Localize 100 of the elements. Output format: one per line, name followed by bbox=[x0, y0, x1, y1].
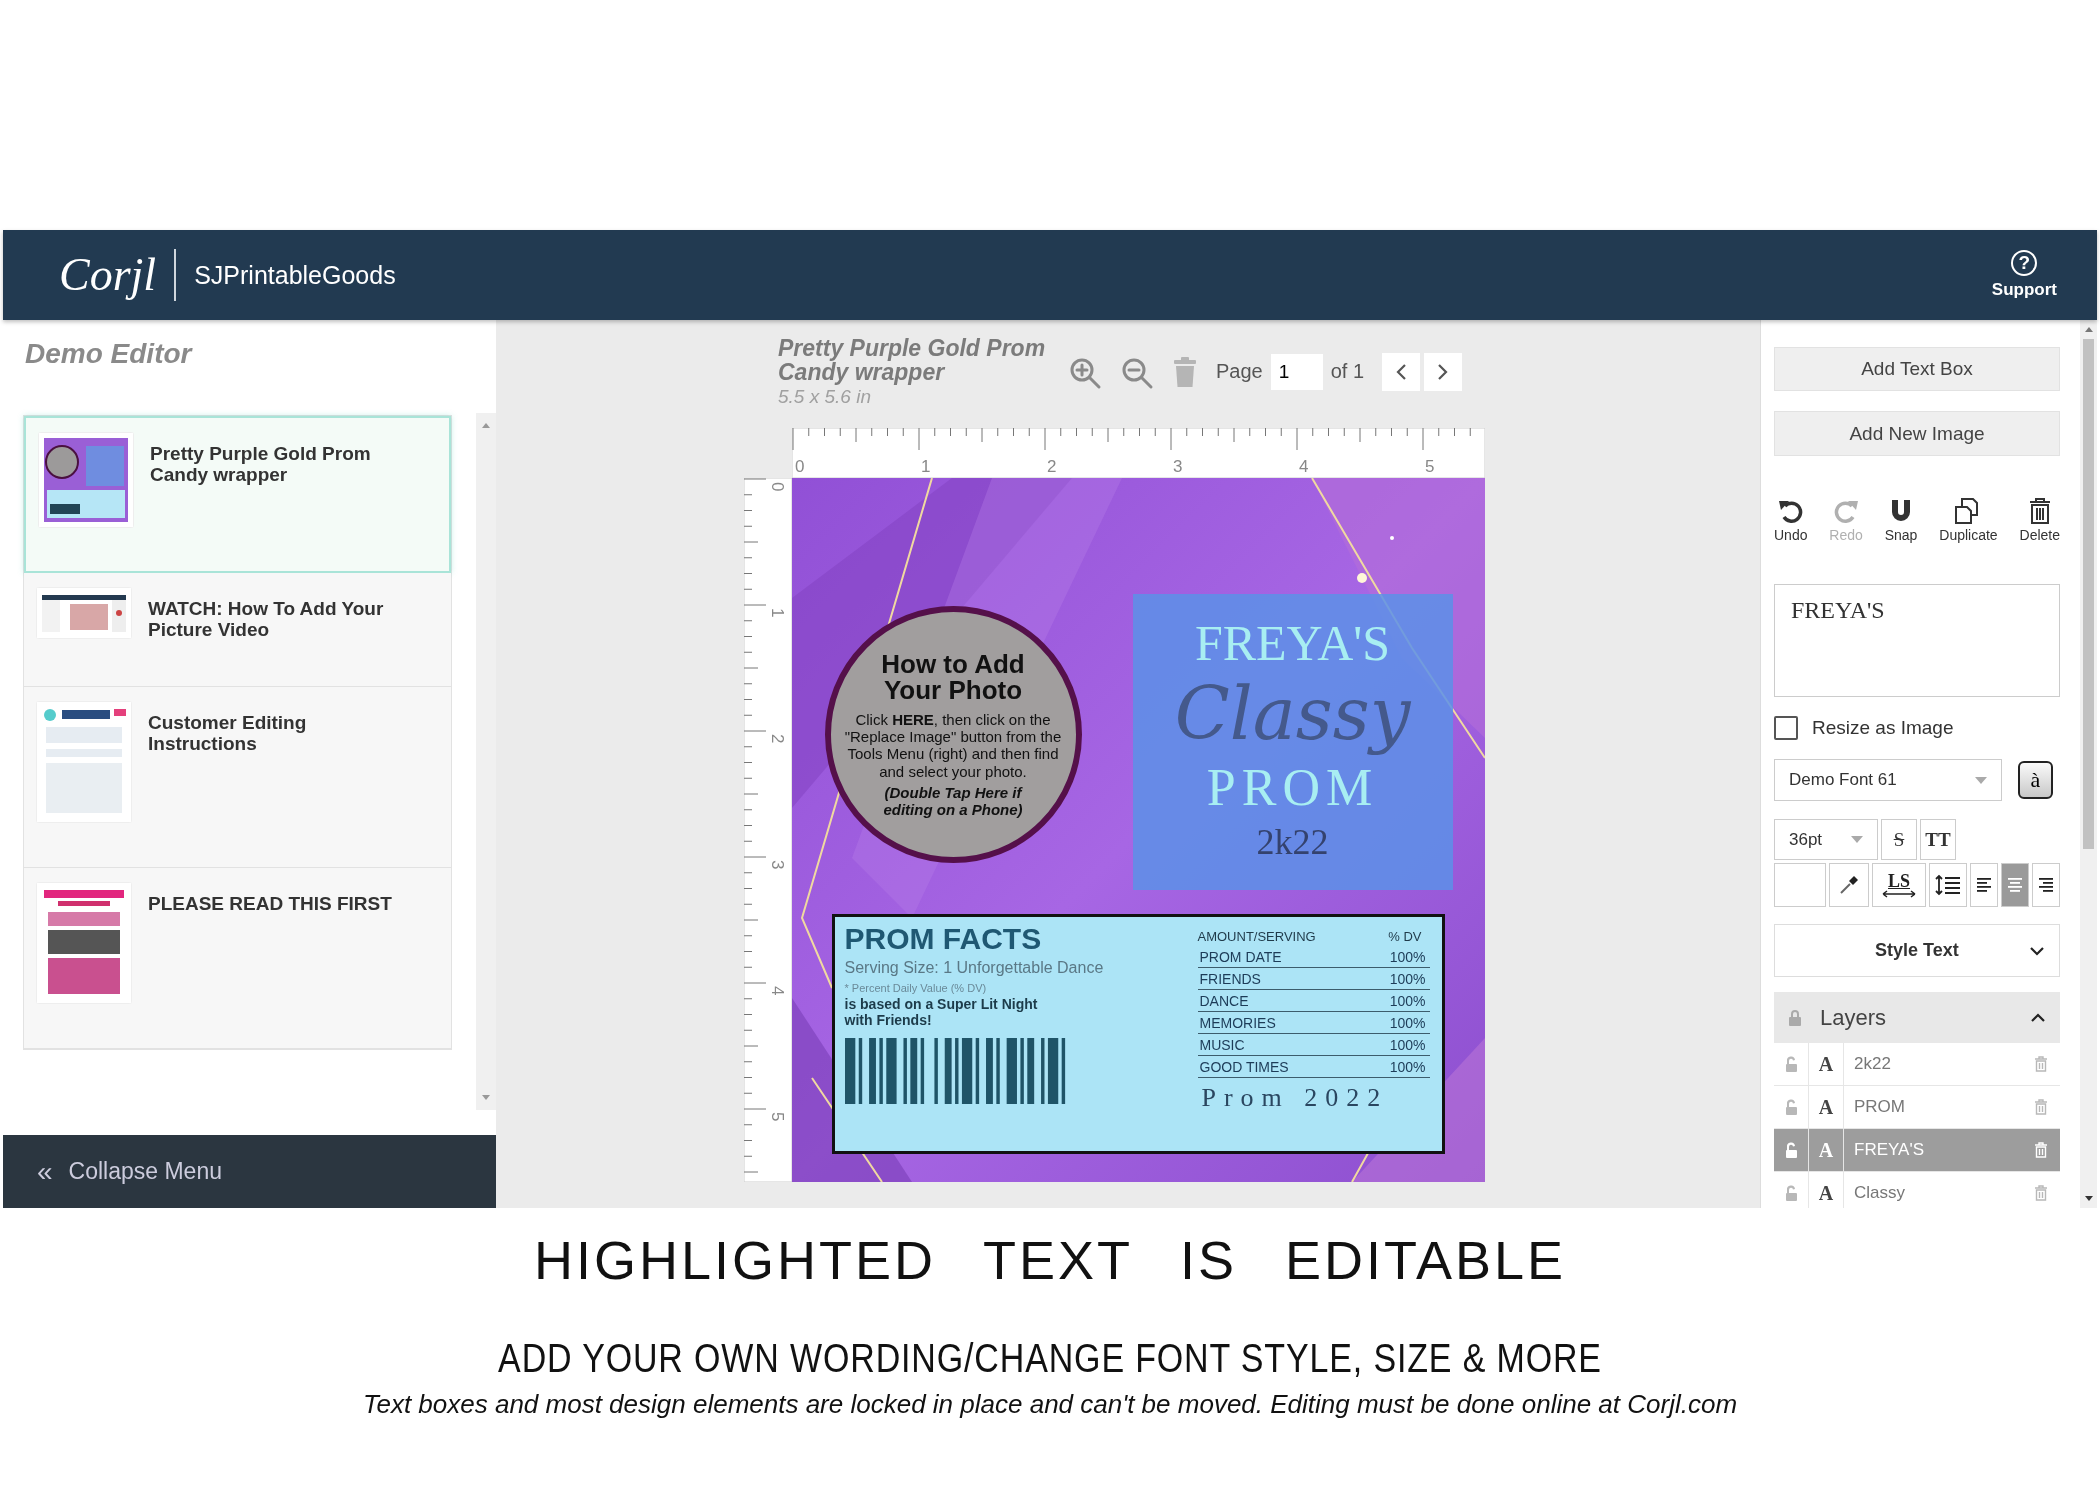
delete-button[interactable]: Delete bbox=[2019, 497, 2060, 551]
footnote-text: Text boxes and most design elements are locked in place and can't be moved. Editing must be done online at Corjl.com bbox=[361, 1388, 1739, 1420]
caret-icon bbox=[1851, 836, 1863, 843]
zoom-in-icon[interactable] bbox=[1068, 356, 1102, 390]
template-item[interactable]: Customer Editing Instructions bbox=[24, 687, 452, 868]
align-right-icon bbox=[2036, 876, 2056, 894]
ruler-number: 4 bbox=[1298, 457, 1308, 476]
fact-value: 100% bbox=[1389, 972, 1426, 987]
page-count: of 1 bbox=[1330, 360, 1365, 383]
zoom-out-icon[interactable] bbox=[1120, 356, 1154, 390]
fact-value: 100% bbox=[1389, 1060, 1426, 1075]
chevron-right-icon bbox=[1437, 363, 1450, 381]
collapse-menu-button[interactable]: « Collapse Menu bbox=[3, 1135, 496, 1208]
layer-row[interactable]: A 2k22 bbox=[1774, 1043, 2060, 1086]
ruler-number: 1 bbox=[767, 608, 787, 618]
layer-name: Classy bbox=[1853, 1183, 1906, 1203]
layers-title: Layers bbox=[1820, 1004, 1888, 1031]
footnote: * Percent Daily Value (% DV) bbox=[844, 981, 988, 994]
design-script-word: Classy bbox=[1174, 671, 1411, 758]
placeholder-title: How to Add Your Photo bbox=[880, 650, 1026, 703]
eyedropper-button[interactable] bbox=[1829, 863, 1869, 907]
column-header: % DV bbox=[1388, 929, 1422, 944]
document-size: 5.5 x 5.6 in bbox=[778, 386, 872, 409]
fact-label: FRIENDS bbox=[1199, 972, 1261, 987]
fact-label: DANCE bbox=[1199, 994, 1249, 1009]
ruler-number: 0 bbox=[794, 457, 804, 476]
next-page-button[interactable] bbox=[1424, 353, 1463, 391]
color-swatch[interactable] bbox=[1774, 863, 1826, 907]
headline: HIGHLIGHTED TEXT IS EDITABLE bbox=[532, 1229, 1568, 1292]
trash-icon[interactable] bbox=[2034, 1099, 2048, 1115]
unlock-icon[interactable] bbox=[1784, 1099, 1798, 1115]
duplicate-button[interactable]: Duplicate bbox=[1939, 497, 1998, 551]
logo[interactable]: Corjl bbox=[59, 249, 177, 301]
style-text-toggle[interactable]: Style Text bbox=[1774, 924, 2060, 977]
trash-icon[interactable] bbox=[2034, 1185, 2048, 1201]
template-title: PLEASE READ THIS FIRST bbox=[148, 894, 392, 915]
facts-title: PROM FACTS bbox=[844, 923, 1043, 955]
text-layer-glyph: A bbox=[1809, 1043, 1844, 1085]
fact-value: 100% bbox=[1389, 1038, 1426, 1053]
line-spacing-button[interactable] bbox=[1929, 863, 1967, 907]
scrollbar-thumb[interactable] bbox=[2083, 339, 2094, 849]
trash-icon[interactable] bbox=[1172, 356, 1198, 388]
all-caps-button[interactable]: TT bbox=[1920, 819, 1956, 860]
scroll-up-icon[interactable] bbox=[481, 421, 491, 429]
page-field[interactable]: 1 bbox=[1270, 354, 1323, 390]
resize-label: Resize as Image bbox=[1812, 717, 1954, 739]
trash-icon[interactable] bbox=[2034, 1056, 2048, 1072]
ruler-number: 5 bbox=[1424, 457, 1434, 476]
scroll-up-icon[interactable] bbox=[2083, 326, 2094, 333]
chevron-left-icon bbox=[1395, 363, 1408, 381]
template-item[interactable]: PLEASE READ THIS FIRST bbox=[24, 868, 452, 1049]
layers-header[interactable]: Layers bbox=[1774, 992, 2060, 1043]
text-layer-glyph: A bbox=[1809, 1129, 1844, 1171]
page-label: Page bbox=[1216, 360, 1263, 383]
fact-value: 100% bbox=[1389, 994, 1426, 1009]
text-layer-glyph: A bbox=[1809, 1086, 1844, 1128]
layer-name: 2k22 bbox=[1853, 1054, 1892, 1074]
font-dropdown[interactable]: Demo Font 61 bbox=[1774, 759, 2002, 801]
resize-checkbox[interactable] bbox=[1774, 716, 1798, 740]
strikethrough-button[interactable]: S bbox=[1881, 819, 1917, 860]
letter-spacing-button[interactable]: LS bbox=[1872, 863, 1926, 907]
unlock-icon[interactable] bbox=[1784, 1056, 1798, 1072]
font-preview-button[interactable]: à bbox=[2018, 761, 2053, 799]
template-item[interactable]: WATCH: How To Add Your Picture Video bbox=[24, 573, 452, 687]
caret-icon bbox=[1975, 776, 1987, 784]
template-title: Customer Editing Instructions bbox=[148, 713, 308, 755]
placeholder-note: (Double Tap Here if editing on a Phone) bbox=[882, 783, 1024, 819]
serving-size: Serving Size: 1 Unforgettable Dance bbox=[844, 958, 1105, 977]
scroll-down-icon[interactable] bbox=[2083, 1195, 2094, 1202]
snap-button[interactable]: Snap bbox=[1884, 497, 1918, 551]
design-year: 2k22 bbox=[1256, 823, 1329, 860]
layer-row[interactable]: A PROM bbox=[1774, 1086, 2060, 1129]
undo-button[interactable]: Undo bbox=[1774, 497, 1808, 551]
facts-note: is based on a Super Lit Night with Friends! bbox=[844, 995, 1039, 1028]
align-left-icon bbox=[1974, 876, 1994, 894]
scrollbar[interactable] bbox=[476, 413, 496, 1110]
text-layer-glyph: A bbox=[1809, 1172, 1844, 1208]
fact-label: MUSIC bbox=[1199, 1038, 1245, 1053]
unlock-icon[interactable] bbox=[1784, 1185, 1798, 1201]
align-left-button[interactable] bbox=[1970, 863, 1998, 907]
ruler-number: 3 bbox=[1172, 457, 1182, 476]
size-dropdown[interactable]: 36pt bbox=[1774, 819, 1878, 860]
template-item[interactable]: Pretty Purple Gold Prom Candy wrapper bbox=[24, 416, 452, 573]
sidebar-title: Demo Editor bbox=[24, 337, 194, 371]
unlock-icon[interactable] bbox=[1784, 1142, 1798, 1158]
subheading: ADD YOUR OWN WORDING/CHANGE FONT STYLE, SIZE & MORE bbox=[497, 1335, 1603, 1382]
scrollbar[interactable] bbox=[2080, 320, 2097, 1208]
add-button[interactable]: Add Text Box bbox=[1774, 347, 2060, 391]
ruler-number: 5 bbox=[767, 1112, 787, 1122]
add-button[interactable]: Add New Image bbox=[1774, 411, 2060, 456]
line-spacing-icon bbox=[1935, 874, 1961, 896]
align-right-button[interactable] bbox=[2032, 863, 2060, 907]
support-button[interactable]: ? Support bbox=[1991, 250, 2057, 300]
ruler-number: 4 bbox=[767, 986, 787, 996]
text-field[interactable]: FREYA'S bbox=[1774, 584, 2060, 697]
previous-page-button[interactable] bbox=[1382, 353, 1421, 391]
align-center-icon bbox=[2005, 876, 2025, 894]
lock-icon bbox=[1788, 1009, 1802, 1026]
ruler-number: 3 bbox=[767, 860, 787, 870]
trash-icon[interactable] bbox=[2034, 1142, 2048, 1158]
